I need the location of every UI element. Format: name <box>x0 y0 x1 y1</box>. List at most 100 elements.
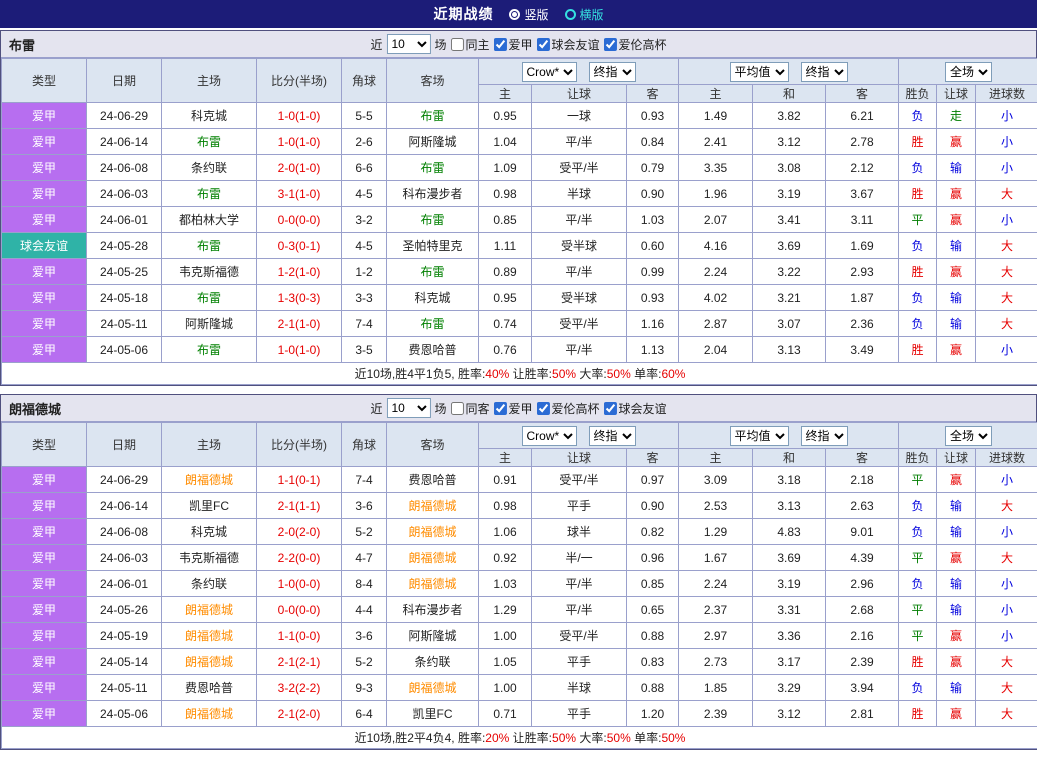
score[interactable]: 1-0(1-0) <box>257 337 342 363</box>
away-team[interactable]: 阿斯隆城 <box>387 623 479 649</box>
score[interactable]: 1-1(0-1) <box>257 467 342 493</box>
filter-爱甲[interactable]: 爱甲 <box>494 400 533 417</box>
filter-checkbox[interactable] <box>537 38 550 51</box>
score[interactable]: 2-0(1-0) <box>257 155 342 181</box>
score[interactable]: 2-1(2-0) <box>257 701 342 727</box>
filter-checkbox[interactable] <box>537 402 550 415</box>
handicap-odds-away: 1.03 <box>627 207 679 233</box>
score[interactable]: 1-0(1-0) <box>257 103 342 129</box>
score[interactable]: 2-1(2-1) <box>257 649 342 675</box>
score[interactable]: 3-2(2-2) <box>257 675 342 701</box>
odds-stage-select-2[interactable]: 终指 <box>801 62 848 82</box>
away-team[interactable]: 布雷 <box>387 103 479 129</box>
home-team[interactable]: 布雷 <box>162 337 257 363</box>
col-avg-away: 客 <box>826 85 899 103</box>
score[interactable]: 3-1(1-0) <box>257 181 342 207</box>
away-team[interactable]: 布雷 <box>387 155 479 181</box>
recent-count-select[interactable]: 10 <box>386 34 430 54</box>
home-team[interactable]: 都柏林大学 <box>162 207 257 233</box>
home-team[interactable]: 朗福德城 <box>162 597 257 623</box>
recent-count-select[interactable]: 10 <box>386 398 430 418</box>
home-team[interactable]: 阿斯隆城 <box>162 311 257 337</box>
away-team[interactable]: 布雷 <box>387 259 479 285</box>
score[interactable]: 2-1(1-1) <box>257 493 342 519</box>
section-header: 布雷 近10场同主爱甲球会友谊爱伦高杯 <box>1 31 1036 58</box>
filter-同主[interactable]: 同主 <box>450 36 489 53</box>
away-team[interactable]: 朗福德城 <box>387 519 479 545</box>
score[interactable]: 0-3(0-1) <box>257 233 342 259</box>
away-team[interactable]: 朗福德城 <box>387 675 479 701</box>
away-team[interactable]: 布雷 <box>387 207 479 233</box>
handicap-odds-home: 0.98 <box>479 493 532 519</box>
bookmaker-select[interactable]: Crow* <box>522 426 577 446</box>
home-team[interactable]: 朗福德城 <box>162 623 257 649</box>
away-team[interactable]: 朗福德城 <box>387 571 479 597</box>
score[interactable]: 0-0(0-0) <box>257 207 342 233</box>
goals-flag: 大 <box>976 259 1037 285</box>
filter-爱伦高杯[interactable]: 爱伦高杯 <box>604 36 667 53</box>
home-team[interactable]: 布雷 <box>162 233 257 259</box>
scope-select[interactable]: 全场 <box>945 426 992 446</box>
page-title: 近期战绩 <box>433 4 493 24</box>
match-row: 爱甲24-05-18布雷1-3(0-3)3-3科克城0.95受半球0.934.0… <box>2 285 1037 311</box>
away-team[interactable]: 科克城 <box>387 285 479 311</box>
average-select[interactable]: 平均值 <box>730 426 789 446</box>
score[interactable]: 1-2(1-0) <box>257 259 342 285</box>
filter-球会友谊[interactable]: 球会友谊 <box>604 400 667 417</box>
home-team[interactable]: 韦克斯福德 <box>162 259 257 285</box>
filter-label: 爱伦高杯 <box>619 36 667 53</box>
away-team[interactable]: 费恩哈普 <box>387 337 479 363</box>
score[interactable]: 2-2(0-0) <box>257 545 342 571</box>
average-select[interactable]: 平均值 <box>730 62 789 82</box>
score[interactable]: 2-0(2-0) <box>257 519 342 545</box>
home-team[interactable]: 韦克斯福德 <box>162 545 257 571</box>
filter-checkbox[interactable] <box>450 402 463 415</box>
filter-checkbox[interactable] <box>604 402 617 415</box>
away-team[interactable]: 朗福德城 <box>387 545 479 571</box>
home-team[interactable]: 朗福德城 <box>162 649 257 675</box>
home-team[interactable]: 科克城 <box>162 103 257 129</box>
layout-radio-vertical[interactable]: 竖版 <box>509 6 548 23</box>
filter-球会友谊[interactable]: 球会友谊 <box>537 36 600 53</box>
score[interactable]: 1-3(0-3) <box>257 285 342 311</box>
home-team[interactable]: 科克城 <box>162 519 257 545</box>
score[interactable]: 0-0(0-0) <box>257 597 342 623</box>
score[interactable]: 1-0(0-0) <box>257 571 342 597</box>
home-team[interactable]: 布雷 <box>162 181 257 207</box>
away-team[interactable]: 阿斯隆城 <box>387 129 479 155</box>
home-team[interactable]: 凯里FC <box>162 493 257 519</box>
away-team[interactable]: 朗福德城 <box>387 493 479 519</box>
away-team[interactable]: 费恩哈普 <box>387 467 479 493</box>
score[interactable]: 1-1(0-0) <box>257 623 342 649</box>
handicap-line: 球半 <box>532 519 627 545</box>
home-team[interactable]: 条约联 <box>162 571 257 597</box>
odds-stage-select[interactable]: 终指 <box>589 426 636 446</box>
filter-checkbox[interactable] <box>494 402 507 415</box>
filter-checkbox[interactable] <box>450 38 463 51</box>
score[interactable]: 2-1(1-0) <box>257 311 342 337</box>
scope-select[interactable]: 全场 <box>945 62 992 82</box>
odds-stage-select[interactable]: 终指 <box>589 62 636 82</box>
away-team[interactable]: 科布漫步者 <box>387 181 479 207</box>
away-team[interactable]: 圣帕特里克 <box>387 233 479 259</box>
away-team[interactable]: 条约联 <box>387 649 479 675</box>
layout-radio-horizontal[interactable]: 横版 <box>565 6 604 23</box>
odds-stage-select-2[interactable]: 终指 <box>801 426 848 446</box>
summary-odd-rate: 50% <box>661 731 685 745</box>
home-team[interactable]: 布雷 <box>162 285 257 311</box>
away-team[interactable]: 布雷 <box>387 311 479 337</box>
home-team[interactable]: 条约联 <box>162 155 257 181</box>
home-team[interactable]: 费恩哈普 <box>162 675 257 701</box>
filter-爱甲[interactable]: 爱甲 <box>494 36 533 53</box>
filter-同客[interactable]: 同客 <box>450 400 489 417</box>
home-team[interactable]: 朗福德城 <box>162 701 257 727</box>
filter-爱伦高杯[interactable]: 爱伦高杯 <box>537 400 600 417</box>
score[interactable]: 1-0(1-0) <box>257 129 342 155</box>
away-team[interactable]: 凯里FC <box>387 701 479 727</box>
filter-checkbox[interactable] <box>604 38 617 51</box>
away-team[interactable]: 科布漫步者 <box>387 597 479 623</box>
filter-checkbox[interactable] <box>494 38 507 51</box>
home-team[interactable]: 布雷 <box>162 129 257 155</box>
bookmaker-select[interactable]: Crow* <box>522 62 577 82</box>
home-team[interactable]: 朗福德城 <box>162 467 257 493</box>
